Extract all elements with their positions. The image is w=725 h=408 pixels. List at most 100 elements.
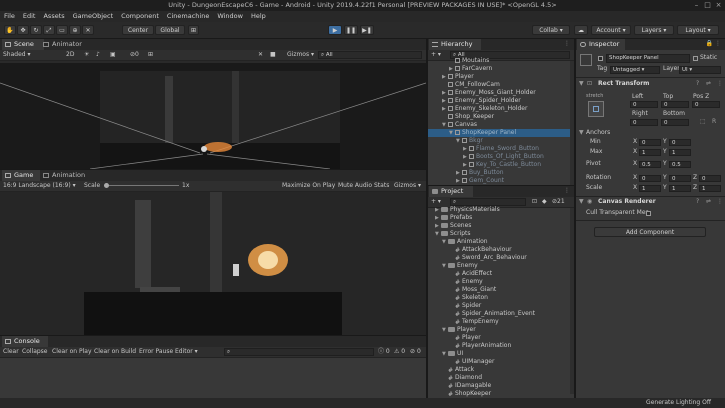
menu-component[interactable]: Component bbox=[117, 11, 163, 22]
effects-icon[interactable]: ▣ bbox=[110, 50, 116, 60]
tab-console[interactable]: Console bbox=[2, 336, 48, 347]
posz-field[interactable]: 0 bbox=[692, 101, 720, 108]
component-menu-icon[interactable]: ⋮ bbox=[717, 80, 723, 88]
project-item[interactable]: ▶ PhysicsMaterials bbox=[428, 206, 574, 214]
menu-cinemachine[interactable]: Cinemachine bbox=[163, 11, 213, 22]
project-menu-icon[interactable]: ⋮ bbox=[564, 187, 570, 194]
hierarchy-item[interactable]: ▶ Key_To_Castle_Button bbox=[428, 161, 574, 169]
layers-dropdown[interactable]: Layers ▾ bbox=[634, 25, 674, 35]
canvas-help-icon[interactable]: ? bbox=[696, 198, 699, 206]
lock-icon[interactable]: 🔒 bbox=[706, 40, 713, 47]
project-item[interactable]: ▼ Player bbox=[428, 326, 574, 334]
rotate-tool-icon[interactable]: ↻ bbox=[30, 25, 42, 35]
stats-toggle[interactable]: Stats bbox=[374, 181, 389, 191]
transform-tool-icon[interactable]: ⊕ bbox=[69, 25, 81, 35]
project-item[interactable]: ▶ Prefabs bbox=[428, 214, 574, 222]
tab-scene[interactable]: Scene bbox=[2, 39, 44, 50]
menu-edit[interactable]: Edit bbox=[19, 11, 40, 22]
pivot-y-field[interactable]: 0.5 bbox=[669, 161, 691, 168]
hierarchy-item[interactable]: CM_FollowCam bbox=[428, 81, 574, 89]
object-name-field[interactable]: ShopKeeper Panel bbox=[606, 54, 690, 63]
project-item[interactable]: # Player bbox=[428, 334, 574, 342]
inspector-menu-icon[interactable]: ⋮ bbox=[715, 40, 721, 47]
scale-slider[interactable] bbox=[104, 185, 179, 186]
audio-icon[interactable]: ♪ bbox=[96, 50, 100, 60]
static-checkbox[interactable] bbox=[693, 56, 698, 61]
minimize-icon[interactable]: – bbox=[693, 2, 700, 9]
project-item[interactable]: ▼ UI bbox=[428, 350, 574, 358]
hierarchy-item[interactable]: ▶ Gem_Count bbox=[428, 177, 574, 185]
play-button[interactable]: ▶ bbox=[328, 25, 342, 35]
collapse-button[interactable]: Collapse bbox=[22, 347, 48, 357]
project-item[interactable]: # PlayerAnimation bbox=[428, 342, 574, 350]
step-button[interactable]: ▶❚ bbox=[360, 25, 374, 35]
rotation-z-field[interactable]: 0 bbox=[699, 175, 721, 182]
hand-tool-icon[interactable]: ✋ bbox=[4, 25, 16, 35]
hierarchy-item[interactable]: Moutains bbox=[428, 57, 574, 65]
min-x-field[interactable]: 0 bbox=[639, 139, 661, 146]
project-item[interactable]: ▼ Animation bbox=[428, 238, 574, 246]
pivot-x-field[interactable]: 0.5 bbox=[639, 161, 661, 168]
project-item[interactable]: # Diamond bbox=[428, 374, 574, 382]
pivot-center-button[interactable]: Center bbox=[122, 25, 154, 35]
bottom-field[interactable]: 0 bbox=[661, 119, 689, 126]
project-scrollbar[interactable] bbox=[570, 208, 574, 394]
preset-icon[interactable]: ⇌ bbox=[706, 80, 711, 88]
project-item[interactable]: # Moss_Giant bbox=[428, 286, 574, 294]
menu-help[interactable]: Help bbox=[247, 11, 270, 22]
mute-audio-toggle[interactable]: Mute Audio bbox=[338, 181, 372, 191]
tab-game[interactable]: Game bbox=[2, 170, 40, 181]
project-item[interactable]: # Enemy bbox=[428, 278, 574, 286]
gizmos-dropdown[interactable]: Gizmos ▾ bbox=[287, 50, 314, 60]
error-pause-button[interactable]: Error Pause bbox=[139, 347, 173, 357]
help-icon[interactable]: ? bbox=[696, 80, 699, 88]
close-icon[interactable]: × bbox=[715, 2, 722, 9]
clear-button[interactable]: Clear bbox=[3, 347, 19, 357]
rotation-y-field[interactable]: 0 bbox=[669, 175, 691, 182]
scale-y-field[interactable]: 1 bbox=[669, 185, 691, 192]
move-tool-icon[interactable]: ✥ bbox=[17, 25, 29, 35]
light-icon[interactable]: ☀ bbox=[84, 50, 89, 60]
cloud-icon[interactable]: ☁ bbox=[574, 25, 588, 35]
menu-file[interactable]: File bbox=[0, 11, 19, 22]
tab-hierarchy[interactable]: Hierarchy bbox=[429, 39, 481, 50]
hierarchy-scrollbar[interactable] bbox=[570, 61, 574, 185]
left-field[interactable]: 0 bbox=[630, 101, 658, 108]
project-item[interactable]: # Sword_Arc_Behaviour bbox=[428, 254, 574, 262]
tab-animation[interactable]: Animation bbox=[40, 170, 96, 181]
pause-button[interactable]: ❚❚ bbox=[344, 25, 358, 35]
hidden-count[interactable]: ⊘0 bbox=[130, 50, 139, 60]
info-count[interactable]: ⓘ 0 bbox=[378, 347, 390, 357]
canvas-menu-icon[interactable]: ⋮ bbox=[717, 198, 723, 206]
raw-edit-icon[interactable]: R bbox=[712, 118, 716, 126]
top-field[interactable]: 0 bbox=[661, 101, 689, 108]
add-component-button[interactable]: Add Component bbox=[594, 227, 706, 237]
scene-search-input[interactable]: ⌕ All bbox=[318, 51, 422, 59]
right-field[interactable]: 0 bbox=[630, 119, 658, 126]
cull-transparent-checkbox[interactable] bbox=[646, 211, 651, 216]
project-item[interactable]: # Skeleton bbox=[428, 294, 574, 302]
tab-animator[interactable]: Animator bbox=[40, 39, 94, 50]
scale-tool-icon[interactable]: ⤢ bbox=[43, 25, 55, 35]
tab-project[interactable]: Project bbox=[429, 186, 473, 197]
anchors-foldout-icon[interactable]: ▼ bbox=[579, 129, 584, 137]
project-item[interactable]: ▼ Scripts bbox=[428, 230, 574, 238]
project-item[interactable]: # UIManager bbox=[428, 358, 574, 366]
clear-on-build-button[interactable]: Clear on Build bbox=[94, 347, 136, 357]
active-checkbox[interactable] bbox=[598, 56, 603, 61]
warning-count[interactable]: ⚠ 0 bbox=[394, 347, 405, 357]
canvas-renderer-header[interactable]: ▼ ◉ Canvas Renderer ? ⇌ ⋮ bbox=[576, 197, 725, 207]
grid-icon[interactable]: ⊞ bbox=[148, 50, 153, 60]
menu-gameobject[interactable]: GameObject bbox=[69, 11, 118, 22]
console-search-input[interactable]: ⌕ bbox=[224, 348, 374, 356]
scale-slider-thumb[interactable] bbox=[104, 183, 109, 188]
layer-dropdown[interactable]: UI ▾ bbox=[679, 66, 721, 74]
scene-view[interactable] bbox=[0, 61, 426, 169]
game-view[interactable] bbox=[0, 192, 426, 335]
project-search-input[interactable]: ⌕ bbox=[450, 198, 526, 206]
grid-snap-icon[interactable]: ⊞ bbox=[188, 25, 199, 35]
min-y-field[interactable]: 0 bbox=[669, 139, 691, 146]
hierarchy-item[interactable]: ▶ Boots_Of_Light_Button bbox=[428, 153, 574, 161]
project-item[interactable]: # Spider bbox=[428, 302, 574, 310]
rect-transform-header[interactable]: ▼ ⊡ Rect Transform ? ⇌ ⋮ bbox=[576, 79, 725, 89]
